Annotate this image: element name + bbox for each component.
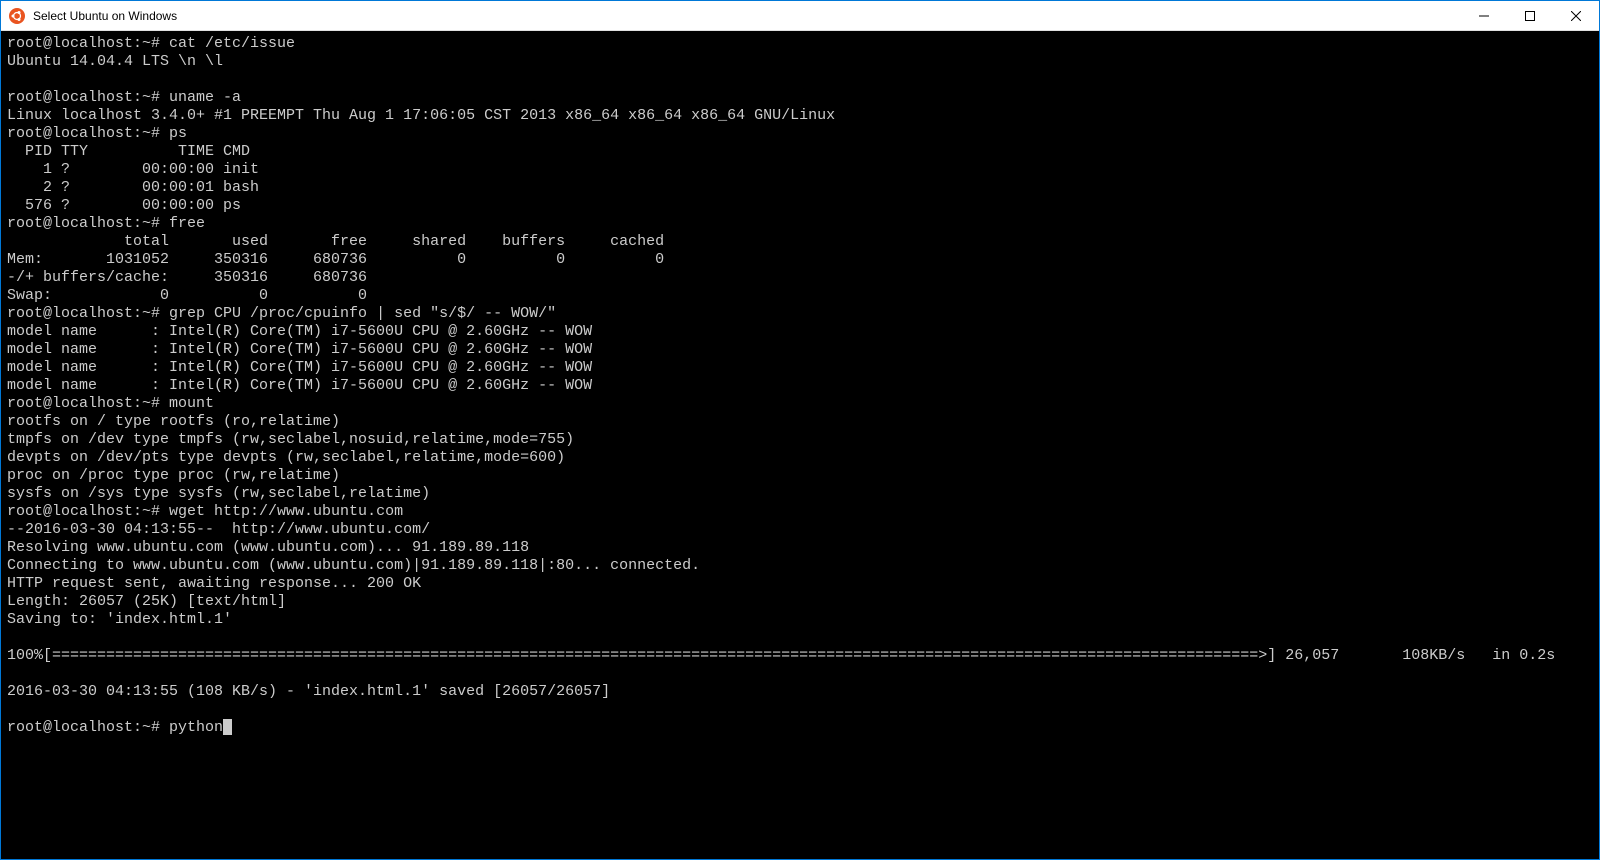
- terminal-line: 576 ? 00:00:00 ps: [7, 197, 241, 214]
- terminal-line: -/+ buffers/cache: 350316 680736: [7, 269, 367, 286]
- terminal-line: proc on /proc type proc (rw,relatime): [7, 467, 340, 484]
- terminal-line: root@localhost:~# mount: [7, 395, 214, 412]
- terminal-line: root@localhost:~# ps: [7, 125, 187, 142]
- terminal-line: --2016-03-30 04:13:55-- http://www.ubunt…: [7, 521, 430, 538]
- terminal-line: HTTP request sent, awaiting response... …: [7, 575, 421, 592]
- terminal-area[interactable]: root@localhost:~# cat /etc/issue Ubuntu …: [1, 31, 1599, 859]
- terminal-line: root@localhost:~# cat /etc/issue: [7, 35, 295, 52]
- terminal-line: Ubuntu 14.04.4 LTS \n \l: [7, 53, 223, 70]
- terminal-line: rootfs on / type rootfs (ro,relatime): [7, 413, 340, 430]
- close-button[interactable]: [1553, 1, 1599, 30]
- window-controls: [1461, 1, 1599, 30]
- terminal-line: 2 ? 00:00:01 bash: [7, 179, 259, 196]
- terminal-line: Saving to: 'index.html.1': [7, 611, 232, 628]
- terminal-line: Swap: 0 0 0: [7, 287, 367, 304]
- terminal-line: model name : Intel(R) Core(TM) i7-5600U …: [7, 359, 592, 376]
- terminal-line: Connecting to www.ubuntu.com (www.ubuntu…: [7, 557, 700, 574]
- terminal-line: root@localhost:~# free: [7, 215, 205, 232]
- terminal-line: devpts on /dev/pts type devpts (rw,secla…: [7, 449, 565, 466]
- terminal-prompt-line: root@localhost:~# python: [7, 719, 223, 736]
- terminal-line: model name : Intel(R) Core(TM) i7-5600U …: [7, 341, 592, 358]
- terminal-line: total used free shared buffers cached: [7, 233, 664, 250]
- cursor: [223, 719, 232, 735]
- terminal-line: sysfs on /sys type sysfs (rw,seclabel,re…: [7, 485, 430, 502]
- terminal-line: 100%[===================================…: [7, 647, 1555, 664]
- terminal-line: 1 ? 00:00:00 init: [7, 161, 259, 178]
- terminal-line: model name : Intel(R) Core(TM) i7-5600U …: [7, 377, 592, 394]
- terminal-line: root@localhost:~# uname -a: [7, 89, 241, 106]
- terminal-line: 2016-03-30 04:13:55 (108 KB/s) - 'index.…: [7, 683, 610, 700]
- window-titlebar: Select Ubuntu on Windows: [1, 1, 1599, 31]
- minimize-button[interactable]: [1461, 1, 1507, 30]
- terminal-line: PID TTY TIME CMD: [7, 143, 250, 160]
- terminal-line: model name : Intel(R) Core(TM) i7-5600U …: [7, 323, 592, 340]
- terminal-line: root@localhost:~# wget http://www.ubuntu…: [7, 503, 403, 520]
- terminal-line: root@localhost:~# grep CPU /proc/cpuinfo…: [7, 305, 556, 322]
- ubuntu-icon: [9, 8, 25, 24]
- terminal-line: Length: 26057 (25K) [text/html]: [7, 593, 286, 610]
- window-title: Select Ubuntu on Windows: [33, 9, 1461, 23]
- terminal-line: Linux localhost 3.4.0+ #1 PREEMPT Thu Au…: [7, 107, 835, 124]
- terminal-line: Mem: 1031052 350316 680736 0 0 0: [7, 251, 664, 268]
- terminal-line: Resolving www.ubuntu.com (www.ubuntu.com…: [7, 539, 529, 556]
- terminal-line: tmpfs on /dev type tmpfs (rw,seclabel,no…: [7, 431, 574, 448]
- maximize-button[interactable]: [1507, 1, 1553, 30]
